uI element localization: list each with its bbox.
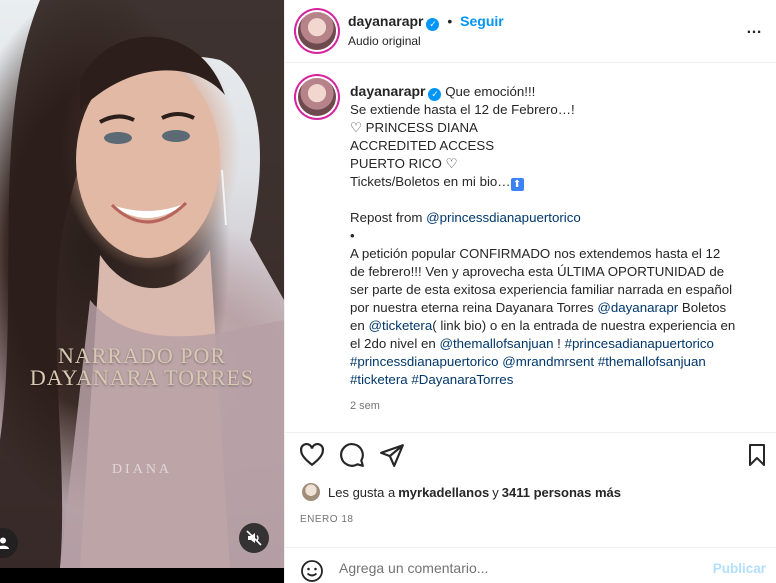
save-button[interactable] bbox=[745, 442, 771, 468]
mention-link[interactable]: @princessdianapuertorico bbox=[426, 210, 581, 225]
overlay-title-line2: DAYANARA TORRES bbox=[29, 365, 255, 390]
instagram-post-view: NARRADO POR DAYANARA TORRES DIANA dayana… bbox=[0, 0, 776, 583]
caption-text: dayanarapr ✓ Que emoción!!! Se extiende h… bbox=[350, 82, 760, 415]
post-video-frame[interactable] bbox=[0, 0, 284, 568]
repost-prefix: Repost from bbox=[350, 210, 427, 225]
share-button[interactable] bbox=[379, 442, 405, 468]
caption-text-part: ( link bio) o en la entrada de nuestra e… bbox=[432, 318, 736, 333]
caption-line: PUERTO RICO ♡ bbox=[350, 156, 458, 171]
emoji-button[interactable] bbox=[300, 559, 324, 583]
caption-text-part: en bbox=[350, 318, 369, 333]
more-options-icon[interactable]: … bbox=[746, 20, 763, 38]
comment-icon bbox=[340, 443, 364, 467]
post-time[interactable]: 2 sem bbox=[350, 397, 760, 415]
header-username[interactable]: dayanarapr bbox=[348, 13, 423, 29]
speaker-muted-icon bbox=[246, 530, 262, 546]
caption-text-part: por nuestra eterna reina Dayanara Torres bbox=[350, 300, 598, 315]
post-date: ENERO 18 bbox=[300, 514, 354, 525]
liker-username[interactable]: myrkadellanos bbox=[398, 485, 489, 500]
post-header: dayanarapr ✓ • Seguir Audio original … bbox=[285, 0, 776, 63]
up-arrow-icon: ⬆ bbox=[510, 178, 524, 191]
hashtag-link[interactable]: #DayanaraTorres bbox=[411, 372, 513, 387]
caption-line: ser parte de esta exitosa experiencia fa… bbox=[350, 282, 733, 297]
share-icon bbox=[380, 444, 404, 467]
avatar[interactable] bbox=[298, 12, 336, 50]
header-user-line: dayanarapr ✓ • Seguir bbox=[348, 13, 504, 31]
mention-link[interactable]: @themallofsanjuan bbox=[439, 336, 553, 351]
hashtag-link[interactable]: #princessdianapuertorico bbox=[350, 354, 499, 369]
likes-prefix: Les gusta a bbox=[328, 484, 396, 500]
like-button[interactable] bbox=[299, 442, 325, 468]
caption-text-part: ! bbox=[553, 336, 565, 351]
hashtag-link[interactable]: #ticketera bbox=[350, 372, 408, 387]
follow-button[interactable]: Seguir bbox=[460, 13, 504, 29]
post-media[interactable]: NARRADO POR DAYANARA TORRES DIANA bbox=[0, 0, 284, 583]
hashtag-link[interactable]: #themallofsanjuan bbox=[598, 354, 706, 369]
caption-line: Tickets/Boletos en mi bio… bbox=[350, 174, 511, 189]
bullet-line: • bbox=[350, 228, 355, 243]
likes-line: Les gusta a myrkadellanos y 3411 persona… bbox=[302, 483, 621, 501]
caption-avatar[interactable] bbox=[298, 78, 336, 116]
action-bar bbox=[285, 432, 776, 475]
likes-middle: y bbox=[492, 484, 499, 500]
hashtag-link[interactable]: #princesadianapuertorico bbox=[565, 336, 714, 351]
caption-line: de febrero!!! Ven y aprovecha esta ÚLTIM… bbox=[350, 264, 725, 279]
caption-line: ♡ PRINCESS DIANA bbox=[350, 120, 478, 135]
mute-button[interactable] bbox=[239, 523, 269, 553]
caption-line: A petición popular CONFIRMADO nos extend… bbox=[350, 246, 721, 261]
verified-badge-icon: ✓ bbox=[428, 88, 442, 101]
publish-button[interactable]: Publicar bbox=[713, 561, 766, 576]
post-details-panel: dayanarapr ✓ • Seguir Audio original … da… bbox=[285, 0, 776, 583]
caption-section: dayanarapr ✓ Que emoción!!! Se extiende h… bbox=[285, 64, 776, 432]
caption-text-part: el 2do nivel en bbox=[350, 336, 440, 351]
comment-input[interactable] bbox=[339, 560, 699, 576]
caption-line: Que emoción!!! bbox=[445, 84, 536, 99]
mention-link[interactable]: @ticketera bbox=[369, 318, 433, 333]
caption-line: ACCREDITED ACCESS bbox=[350, 138, 495, 153]
caption-line: Se extiende hasta el 12 de Febrero…! bbox=[350, 102, 575, 117]
verified-badge-icon: ✓ bbox=[426, 18, 440, 31]
caption-text-part: Boletos bbox=[678, 300, 727, 315]
caption-username[interactable]: dayanarapr bbox=[350, 83, 425, 99]
mention-link[interactable]: @dayanarapr bbox=[597, 300, 678, 315]
comment-button[interactable] bbox=[339, 442, 365, 468]
likes-count[interactable]: 3411 personas más bbox=[502, 485, 621, 500]
heart-icon bbox=[300, 442, 324, 467]
comment-composer: Publicar bbox=[285, 547, 776, 583]
watermark-text: DIANA bbox=[111, 462, 173, 477]
mention-link[interactable]: @mrandmrsent bbox=[502, 354, 594, 369]
portrait-illustration bbox=[0, 0, 284, 568]
smiley-icon bbox=[301, 560, 323, 582]
liker-avatar[interactable] bbox=[302, 483, 320, 501]
audio-original-link[interactable]: Audio original bbox=[348, 34, 421, 48]
user-icon bbox=[0, 537, 9, 549]
bookmark-icon bbox=[749, 444, 765, 466]
header-separator: • bbox=[447, 13, 453, 29]
